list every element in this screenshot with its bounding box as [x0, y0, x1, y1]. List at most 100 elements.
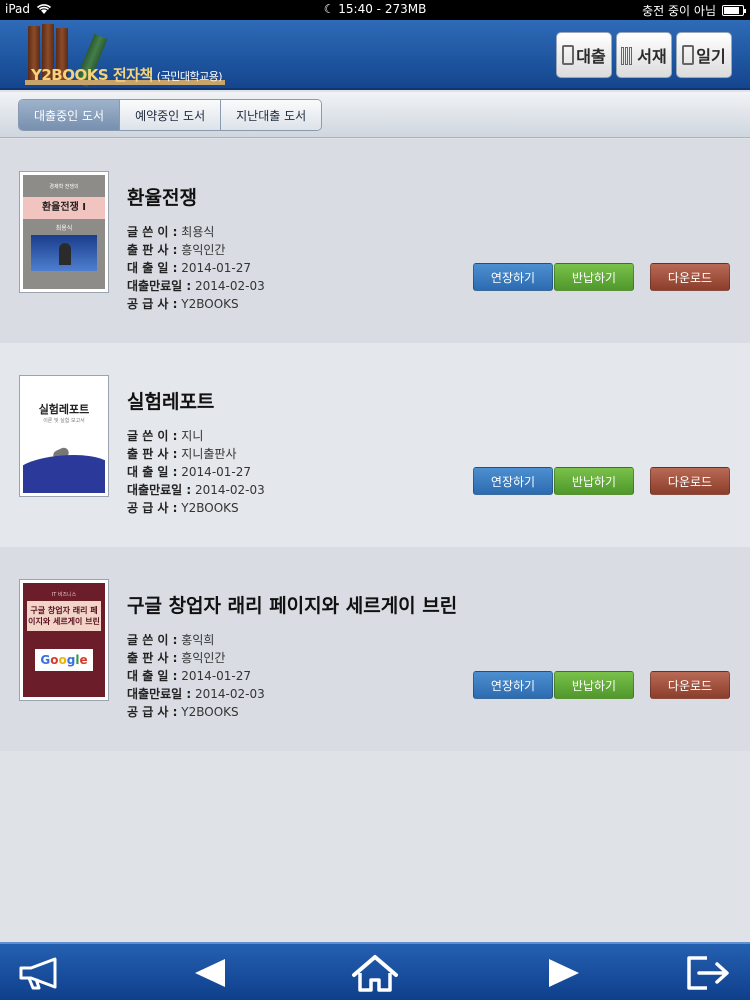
supplier-value: Y2BOOKS [181, 705, 239, 719]
due-date-value: 2014-02-03 [195, 483, 265, 497]
book-title[interactable]: 실험레포트 [127, 387, 214, 414]
home-button[interactable] [350, 953, 400, 993]
book-actions: 연장하기 반납하기 다운로드 [473, 467, 730, 495]
due-date-label: 대출만료일 : [127, 687, 192, 701]
tab-current-loans[interactable]: 대출중인 도서 [19, 100, 120, 130]
book-title[interactable]: 구글 창업자 래리 페이지와 세르게이 브린 [127, 591, 457, 618]
tab-reservations[interactable]: 예약중인 도서 [119, 100, 221, 130]
publisher-value: 흥익인간 [181, 243, 226, 257]
brand-subtitle: (국민대학교용) [156, 70, 223, 83]
due-date-label: 대출만료일 : [127, 483, 192, 497]
status-time: ☾ 15:40 - 273MB [0, 2, 750, 16]
megaphone-icon [19, 957, 57, 990]
cover-photo [31, 235, 97, 271]
bottom-nav-bar [0, 942, 750, 1000]
loan-date-value: 2014-01-27 [181, 261, 252, 275]
cover-art: 경제학 전쟁의 환율전쟁 I 최용식 [23, 175, 105, 289]
wave-graphic [23, 455, 105, 493]
tab-past-loans[interactable]: 지난대출 도서 [220, 100, 322, 130]
google-logo: Google [35, 649, 93, 671]
loan-button[interactable]: 대출 [556, 32, 612, 78]
supplier-value: Y2BOOKS [181, 297, 239, 311]
download-button[interactable]: 다운로드 [650, 263, 730, 291]
publisher-value: 지니출판사 [181, 447, 237, 461]
return-button[interactable]: 반납하기 [554, 263, 634, 291]
charging-status: 충전 중이 아님 [642, 4, 716, 18]
loan-date-value: 2014-01-27 [181, 465, 252, 479]
supplier-label: 공 급 사 : [127, 501, 178, 515]
loan-date-label: 대 출 일 : [127, 669, 178, 683]
return-button[interactable]: 반납하기 [554, 671, 634, 699]
publisher-label: 출 판 사 : [127, 651, 178, 665]
book-meta: 글 쓴 이 : 지니 출 판 사 : 지니출판사 대 출 일 : 2014-01… [127, 427, 265, 517]
library-button[interactable]: 서재 [616, 32, 672, 78]
loan-date-value: 2014-01-27 [181, 669, 252, 683]
author-label: 글 쓴 이 : [127, 633, 178, 647]
supplier-value: Y2BOOKS [181, 501, 239, 515]
author-value: 최용식 [181, 225, 215, 239]
supplier-label: 공 급 사 : [127, 705, 178, 719]
book-cover[interactable]: 경제학 전쟁의 환율전쟁 I 최용식 [19, 171, 109, 293]
arrow-left-icon [195, 959, 225, 987]
download-button[interactable]: 다운로드 [650, 467, 730, 495]
bookshelf-icon [621, 45, 635, 65]
home-icon [352, 955, 398, 992]
exit-icon [687, 956, 729, 990]
cover-title: 환율전쟁 I [23, 197, 105, 219]
book-actions: 연장하기 반납하기 다운로드 [473, 263, 730, 291]
library-button-label: 서재 [637, 47, 667, 66]
moon-icon: ☾ [323, 2, 335, 16]
book-title[interactable]: 환율전쟁 [127, 183, 197, 210]
battery-icon [722, 5, 746, 16]
due-date-label: 대출만료일 : [127, 279, 192, 293]
diary-icon [682, 45, 695, 65]
author-value: 지니 [181, 429, 204, 443]
arrow-right-icon [549, 959, 579, 987]
cover-title: 구글 창업자 래리 페이지와 세르게이 브린 [27, 601, 101, 631]
cover-art: IT 비즈니스 구글 창업자 래리 페이지와 세르게이 브린 Google [23, 583, 105, 697]
book-cover[interactable]: 실험레포트 이론 및 실험 보고서 [19, 375, 109, 497]
supplier-label: 공 급 사 : [127, 297, 178, 311]
battery-fill [724, 7, 739, 14]
back-button[interactable] [184, 953, 234, 993]
brand-text: Y2BOOKS 전자책 (국민대학교용) [31, 64, 223, 85]
book-actions: 연장하기 반납하기 다운로드 [473, 671, 730, 699]
publisher-label: 출 판 사 : [127, 243, 178, 257]
cover-top-text: IT 비즈니스 [51, 592, 77, 598]
book-row: 실험레포트 이론 및 실험 보고서 실험레포트 글 쓴 이 : 지니 출 판 사… [0, 343, 750, 547]
extend-button[interactable]: 연장하기 [473, 263, 553, 291]
cover-subtitle: 이론 및 실험 보고서 [43, 418, 85, 424]
status-bar: iPad ☾ 15:40 - 273MB 충전 중이 아님 [0, 0, 750, 20]
return-button[interactable]: 반납하기 [554, 467, 634, 495]
book-cover[interactable]: IT 비즈니스 구글 창업자 래리 페이지와 세르게이 브린 Google [19, 579, 109, 701]
book-row: 경제학 전쟁의 환율전쟁 I 최용식 환율전쟁 글 쓴 이 : 최용식 출 판 … [0, 139, 750, 343]
cover-title: 실험레포트 [38, 403, 90, 416]
book-meta: 글 쓴 이 : 최용식 출 판 사 : 흥익인간 대 출 일 : 2014-01… [127, 223, 265, 313]
header-buttons: 대출 서재 일기 [556, 32, 732, 78]
publisher-value: 흥익인간 [181, 651, 226, 665]
exit-button[interactable] [684, 953, 734, 993]
book-meta: 글 쓴 이 : 홍익희 출 판 사 : 흥익인간 대 출 일 : 2014-01… [127, 631, 265, 721]
status-right: 충전 중이 아님 [642, 2, 746, 19]
loan-button-label: 대출 [576, 47, 606, 66]
forward-button[interactable] [540, 953, 590, 993]
extend-button[interactable]: 연장하기 [473, 467, 553, 495]
cover-art: 실험레포트 이론 및 실험 보고서 [23, 379, 105, 493]
app-logo[interactable]: Y2BOOKS 전자책 (국민대학교용) [25, 24, 235, 88]
clock-text: 15:40 - 273MB [338, 2, 427, 16]
due-date-value: 2014-02-03 [195, 279, 265, 293]
loan-date-label: 대 출 일 : [127, 261, 178, 275]
announcement-button[interactable] [16, 953, 66, 993]
diary-button[interactable]: 일기 [676, 32, 732, 78]
author-value: 홍익희 [181, 633, 215, 647]
book-row: IT 비즈니스 구글 창업자 래리 페이지와 세르게이 브린 Google 구글… [0, 547, 750, 751]
due-date-value: 2014-02-03 [195, 687, 265, 701]
download-button[interactable]: 다운로드 [650, 671, 730, 699]
cover-top-text: 경제학 전쟁의 [49, 184, 79, 190]
author-label: 글 쓴 이 : [127, 225, 178, 239]
publisher-label: 출 판 사 : [127, 447, 178, 461]
diary-button-label: 일기 [696, 47, 726, 66]
segmented-tabs: 대출중인 도서 예약중인 도서 지난대출 도서 [18, 99, 323, 131]
cover-author: 최용식 [55, 225, 73, 232]
extend-button[interactable]: 연장하기 [473, 671, 553, 699]
